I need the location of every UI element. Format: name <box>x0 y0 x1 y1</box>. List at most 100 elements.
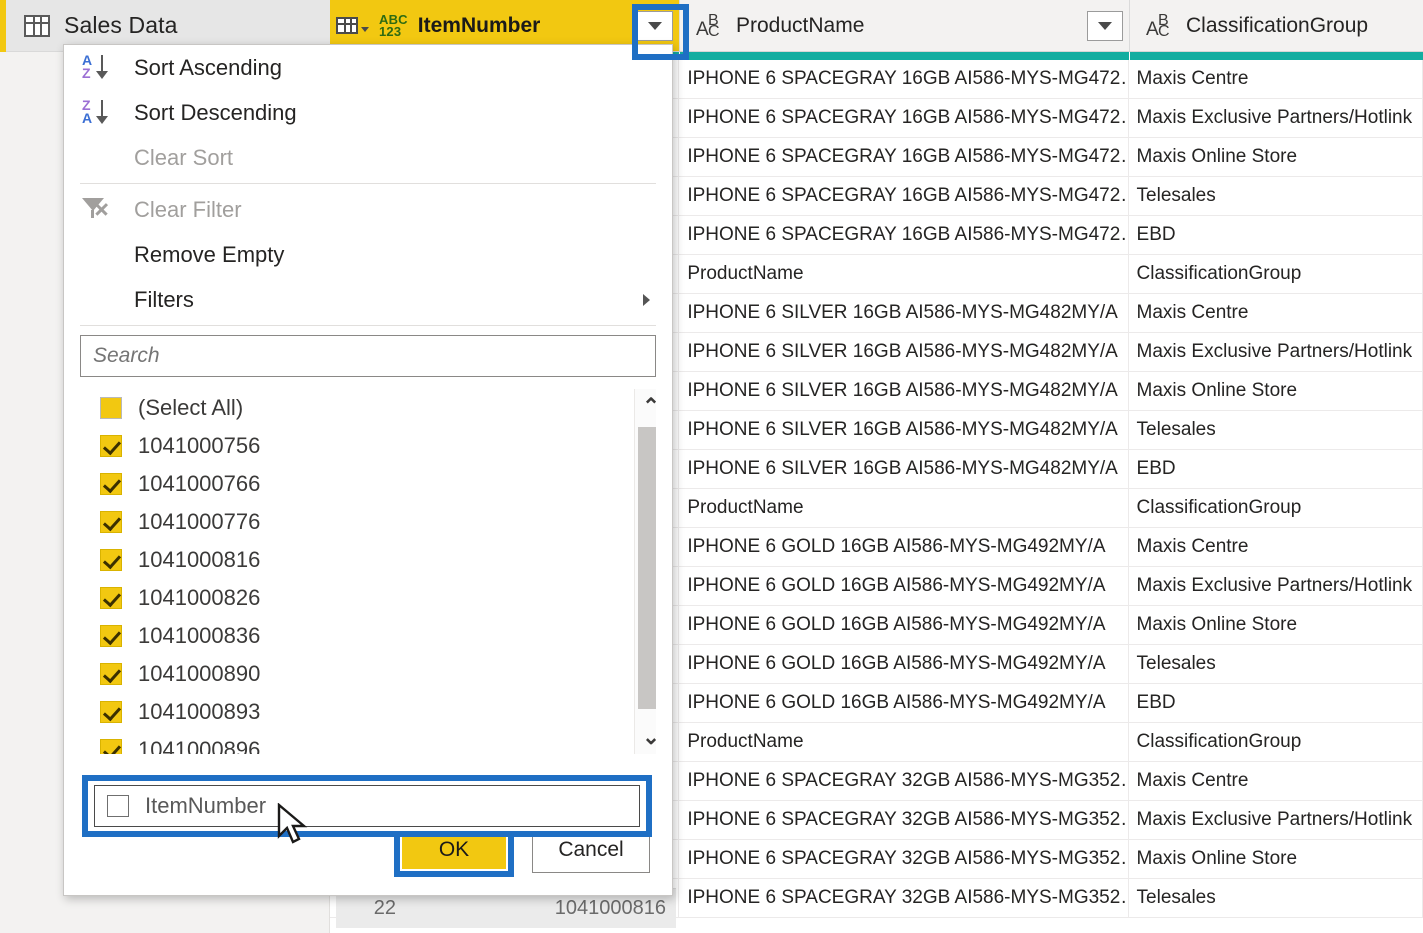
filter-value-label: 1041000766 <box>138 471 261 496</box>
cell-classificationgroup: ClassificationGroup <box>1129 723 1423 761</box>
menu-divider <box>80 325 656 326</box>
filter-value-row[interactable]: 1041000826 <box>80 579 656 617</box>
filter-value-row[interactable]: 1041000776 <box>80 503 656 541</box>
quality-bar-classificationgroup <box>1130 52 1423 60</box>
chevron-down-icon <box>1098 22 1112 30</box>
cell-classificationgroup: Maxis Online Store <box>1129 372 1423 410</box>
row-number: 22 <box>373 897 396 919</box>
checkbox[interactable] <box>100 511 122 533</box>
column-filter-dropdown-itemnumber[interactable] <box>637 11 673 41</box>
cell-productname: IPHONE 6 SILVER 16GB AI586-MYS-MG482MY/A <box>679 450 1129 488</box>
cell-classificationgroup: Maxis Exclusive Partners/Hotlink <box>1129 333 1423 371</box>
abc-text-type-icon: ABC <box>1146 11 1170 40</box>
checkbox[interactable] <box>100 625 122 647</box>
checkbox[interactable] <box>100 663 122 685</box>
quality-bar-productname <box>680 52 1130 60</box>
menu-divider <box>80 183 656 184</box>
checkbox[interactable] <box>100 549 122 571</box>
menu-item-label: Clear Filter <box>134 196 242 222</box>
cell-classificationgroup: Maxis Exclusive Partners/Hotlink <box>1129 567 1423 605</box>
scrollbar-thumb[interactable] <box>638 427 656 709</box>
filter-value-row[interactable]: 1041000836 <box>80 617 656 655</box>
cell-classificationgroup: Telesales <box>1129 879 1423 917</box>
filter-value-label: 1041000893 <box>138 699 261 724</box>
query-selected-accent <box>0 0 6 52</box>
cell-classificationgroup: ClassificationGroup <box>1129 489 1423 527</box>
menu-item-clear-filter: Clear Filter <box>64 187 672 232</box>
menu-item-sort-descending[interactable]: Z A Sort Descending <box>64 90 672 135</box>
cell-productname: IPHONE 6 SILVER 16GB AI586-MYS-MG482MY/A <box>679 411 1129 449</box>
filter-value-row-itemnumber[interactable]: ItemNumber <box>94 785 640 827</box>
cell-classificationgroup: Maxis Centre <box>1129 60 1423 98</box>
cell-productname: IPHONE 6 GOLD 16GB AI586-MYS-MG492MY/A <box>679 528 1129 566</box>
filter-value-row[interactable]: 1041000766 <box>80 465 656 503</box>
filter-value-row[interactable]: 1041000896 <box>80 731 656 754</box>
column-header-productname[interactable]: ABC ProductName <box>680 0 1130 51</box>
cell-classificationgroup: Telesales <box>1129 177 1423 215</box>
scroll-down-icon[interactable]: ⌄ <box>635 720 656 754</box>
menu-item-label: Sort Descending <box>134 99 297 125</box>
filter-value-label: 1041000816 <box>138 547 261 572</box>
cell-classificationgroup: EBD <box>1129 450 1423 488</box>
cell-productname: IPHONE 6 SPACEGRAY 32GB AI586-MYS-MG352… <box>679 879 1129 917</box>
sort-descending-icon: Z A <box>80 98 116 128</box>
sort-ascending-icon: A Z <box>80 53 116 83</box>
cell-productname: IPHONE 6 SILVER 16GB AI586-MYS-MG482MY/A <box>679 372 1129 410</box>
filter-value-label: ItemNumber <box>145 793 267 818</box>
cell-productname: IPHONE 6 SPACEGRAY 32GB AI586-MYS-MG352… <box>679 801 1129 839</box>
column-title: ItemNumber <box>417 13 541 37</box>
column-filter-dropdown-productname[interactable] <box>1087 11 1123 41</box>
cell-productname: IPHONE 6 SPACEGRAY 16GB AI586-MYS-MG472… <box>679 216 1129 254</box>
filter-value-row[interactable]: (Select All) <box>80 389 656 427</box>
filter-value-row[interactable]: 1041000756 <box>80 427 656 465</box>
cell-classificationgroup: Maxis Exclusive Partners/Hotlink <box>1129 801 1423 839</box>
query-name-label: Sales Data <box>64 12 178 38</box>
filter-value-label: 1041000826 <box>138 585 261 610</box>
filter-value-row[interactable]: 1041000893 <box>80 693 656 731</box>
cell-productname: ProductName <box>679 255 1129 293</box>
filter-value-row[interactable]: 1041000816 <box>80 541 656 579</box>
row-item-value: 1041000816 <box>554 897 666 919</box>
cell-productname: IPHONE 6 SILVER 16GB AI586-MYS-MG482MY/A <box>679 294 1129 332</box>
checkbox[interactable] <box>100 397 122 419</box>
filter-value-row[interactable]: 1041000890 <box>80 655 656 693</box>
cell-productname: IPHONE 6 SPACEGRAY 32GB AI586-MYS-MG352… <box>679 762 1129 800</box>
scroll-up-icon[interactable]: ⌃ <box>635 389 656 423</box>
menu-item-clear-sort: Clear Sort <box>64 135 672 180</box>
cell-productname: IPHONE 6 SPACEGRAY 16GB AI586-MYS-MG472… <box>679 99 1129 137</box>
checkbox[interactable] <box>100 587 122 609</box>
menu-item-label: Clear Sort <box>134 144 234 170</box>
cell-productname: IPHONE 6 GOLD 16GB AI586-MYS-MG492MY/A <box>679 606 1129 644</box>
menu-item-remove-empty[interactable]: Remove Empty <box>64 232 672 277</box>
checkbox[interactable] <box>107 795 129 817</box>
column-header-classificationgroup[interactable]: ABC ClassificationGroup <box>1130 0 1423 51</box>
cell-productname: IPHONE 6 GOLD 16GB AI586-MYS-MG492MY/A <box>679 684 1129 722</box>
chevron-down-icon[interactable] <box>361 27 369 32</box>
chevron-down-icon <box>648 22 662 30</box>
cell-classificationgroup: EBD <box>1129 216 1423 254</box>
value-list-scrollbar[interactable]: ⌃ ⌄ <box>634 389 656 754</box>
checkbox[interactable] <box>100 701 122 723</box>
column-title: ProductName <box>736 13 865 37</box>
search-input[interactable] <box>80 335 656 377</box>
cell-classificationgroup: EBD <box>1129 684 1423 722</box>
cell-classificationgroup: ClassificationGroup <box>1129 255 1423 293</box>
filter-value-list[interactable]: (Select All) 1041000756 1041000766 10410007… <box>80 389 656 754</box>
cell-classificationgroup: Maxis Online Store <box>1129 138 1423 176</box>
checkbox[interactable] <box>100 473 122 495</box>
cell-classificationgroup: Telesales <box>1129 645 1423 683</box>
checkbox[interactable] <box>100 435 122 457</box>
checkbox[interactable] <box>100 739 122 754</box>
cell-classificationgroup: Maxis Online Store <box>1129 840 1423 878</box>
cell-productname: ProductName <box>679 723 1129 761</box>
menu-item-filters[interactable]: Filters <box>64 277 672 322</box>
abc-text-type-icon: ABC <box>696 11 720 40</box>
highlight-box-itemnumber-row: ItemNumber <box>82 775 652 837</box>
cell-productname: IPHONE 6 SPACEGRAY 16GB AI586-MYS-MG472… <box>679 177 1129 215</box>
menu-item-label: Filters <box>134 286 194 312</box>
cell-productname: IPHONE 6 SPACEGRAY 32GB AI586-MYS-MG352… <box>679 840 1129 878</box>
menu-item-label: Remove Empty <box>134 241 285 267</box>
filter-value-label: 1041000836 <box>138 623 261 648</box>
column-filter-menu: A Z Sort Ascending Z A Sort Descending C… <box>63 44 673 896</box>
menu-item-sort-ascending[interactable]: A Z Sort Ascending <box>64 45 672 90</box>
